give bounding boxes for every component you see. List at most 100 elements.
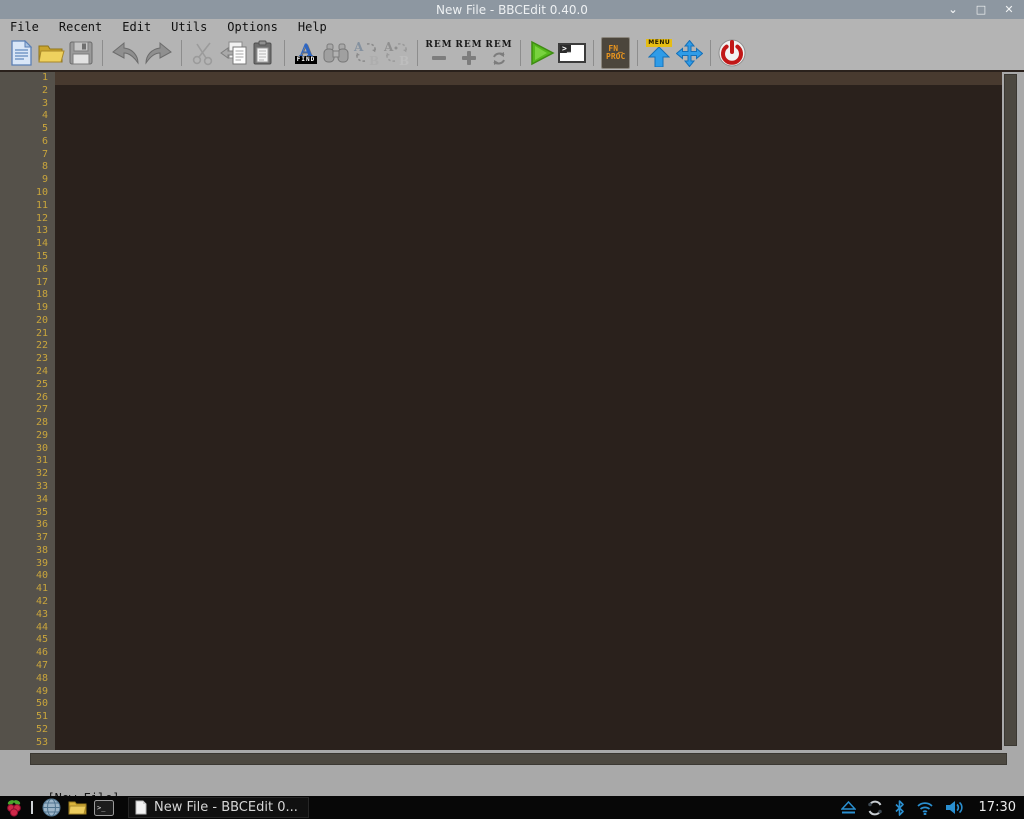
svg-text:A: A — [383, 40, 394, 54]
browser-globe-icon[interactable] — [42, 798, 61, 817]
line-number: 50 — [0, 698, 48, 711]
copy-button[interactable] — [219, 37, 247, 69]
line-number: 53 — [0, 737, 48, 750]
save-button[interactable] — [67, 37, 95, 69]
menu-help[interactable]: Help — [288, 19, 337, 36]
bluetooth-icon[interactable] — [894, 800, 905, 816]
find-next-button[interactable] — [322, 37, 350, 69]
line-number: 32 — [0, 468, 48, 481]
line-number: 1 — [0, 72, 48, 85]
horizontal-scrollbar[interactable] — [0, 752, 1024, 766]
vertical-scrollbar-thumb[interactable] — [1004, 74, 1017, 746]
line-number: 18 — [0, 289, 48, 302]
terminal-launcher-icon[interactable]: >_ — [94, 800, 114, 816]
save-icon — [69, 41, 93, 65]
line-number: 44 — [0, 622, 48, 635]
replace-button[interactable]: A B — [352, 37, 380, 69]
window-title: New File - BBCEdit 0.40.0 — [0, 3, 1024, 17]
line-number: 14 — [0, 238, 48, 251]
editor-text-area[interactable] — [55, 72, 1002, 750]
line-number: 47 — [0, 660, 48, 673]
rem-remove-button[interactable]: REM — [425, 37, 453, 69]
run-button[interactable] — [528, 37, 556, 69]
line-number: 31 — [0, 455, 48, 468]
menu-file[interactable]: File — [0, 19, 49, 36]
new-file-icon — [10, 40, 33, 66]
arrow-up-icon — [648, 47, 670, 67]
line-number: 11 — [0, 200, 48, 213]
svg-text:B: B — [399, 54, 409, 66]
quit-button[interactable] — [718, 37, 746, 69]
binoculars-icon — [322, 42, 350, 65]
svg-text:>_: >_ — [97, 804, 106, 812]
line-number: 5 — [0, 123, 48, 136]
menu-utils[interactable]: Utils — [161, 19, 217, 36]
horizontal-scrollbar-thumb[interactable] — [30, 753, 1007, 765]
open-file-button[interactable] — [37, 37, 65, 69]
toolbar-separator — [181, 40, 182, 66]
toolbar-separator — [520, 40, 521, 66]
line-number: 24 — [0, 366, 48, 379]
line-number: 22 — [0, 340, 48, 353]
menu-edit[interactable]: Edit — [112, 19, 161, 36]
task-button-bbcedit[interactable]: New File - BBCEdit 0... — [128, 797, 309, 818]
line-number: 13 — [0, 225, 48, 238]
move-button[interactable] — [675, 37, 703, 69]
menu-recent[interactable]: Recent — [49, 19, 112, 36]
close-icon[interactable]: ✕ — [1002, 0, 1016, 19]
redo-button[interactable] — [143, 37, 174, 69]
minus-icon — [430, 51, 448, 65]
document-icon — [135, 800, 147, 815]
run-play-icon — [529, 40, 555, 66]
find-button[interactable]: A FIND — [292, 37, 320, 69]
line-number: 51 — [0, 711, 48, 724]
cut-button[interactable] — [189, 37, 217, 69]
toolbar-separator — [284, 40, 285, 66]
editor-frame: 1234567891011121314151617181920212223242… — [0, 70, 1024, 752]
file-manager-icon[interactable] — [68, 800, 87, 815]
power-icon — [718, 39, 746, 67]
vertical-scrollbar[interactable] — [1002, 72, 1024, 754]
replace-all-button[interactable]: A B — [382, 37, 410, 69]
current-line-highlight — [55, 72, 1002, 85]
line-number: 48 — [0, 673, 48, 686]
line-number: 20 — [0, 315, 48, 328]
raspberry-menu-icon[interactable] — [6, 799, 22, 817]
line-number: 3 — [0, 98, 48, 111]
line-number: 16 — [0, 264, 48, 277]
task-button-label: New File - BBCEdit 0... — [154, 800, 298, 815]
rem-label: REM — [485, 41, 512, 50]
toolbar: A FIND A B A — [0, 36, 1024, 70]
terminal-button[interactable]: >_ — [558, 37, 586, 69]
maximize-icon[interactable]: □ — [974, 0, 988, 19]
fn-proc-button[interactable]: FN_ PROC — [601, 37, 630, 69]
paste-button[interactable] — [249, 37, 277, 69]
line-number: 8 — [0, 161, 48, 174]
line-number: 6 — [0, 136, 48, 149]
minimize-icon[interactable]: ⌄ — [946, 0, 960, 19]
line-number: 36 — [0, 519, 48, 532]
toolbar-separator — [710, 40, 711, 66]
replace-all-icon: A B — [383, 40, 410, 66]
rem-toggle-button[interactable]: REM — [485, 37, 513, 69]
undo-icon — [110, 41, 141, 65]
updates-sync-icon[interactable] — [867, 800, 883, 816]
volume-icon[interactable] — [945, 800, 964, 815]
undo-button[interactable] — [110, 37, 141, 69]
line-number: 9 — [0, 174, 48, 187]
menu-options[interactable]: Options — [217, 19, 288, 36]
move-arrows-icon — [676, 40, 703, 67]
line-number: 23 — [0, 353, 48, 366]
line-number: 26 — [0, 392, 48, 405]
menu-jump-button[interactable]: MENU — [645, 37, 673, 69]
line-number: 40 — [0, 570, 48, 583]
line-number: 10 — [0, 187, 48, 200]
wifi-icon[interactable] — [916, 801, 934, 815]
line-number: 25 — [0, 379, 48, 392]
line-number: 34 — [0, 494, 48, 507]
clock[interactable]: 17:30 — [979, 800, 1016, 815]
eject-icon[interactable] — [841, 801, 856, 815]
rem-add-button[interactable]: REM — [455, 37, 483, 69]
line-number: 2 — [0, 85, 48, 98]
new-file-button[interactable] — [7, 37, 35, 69]
